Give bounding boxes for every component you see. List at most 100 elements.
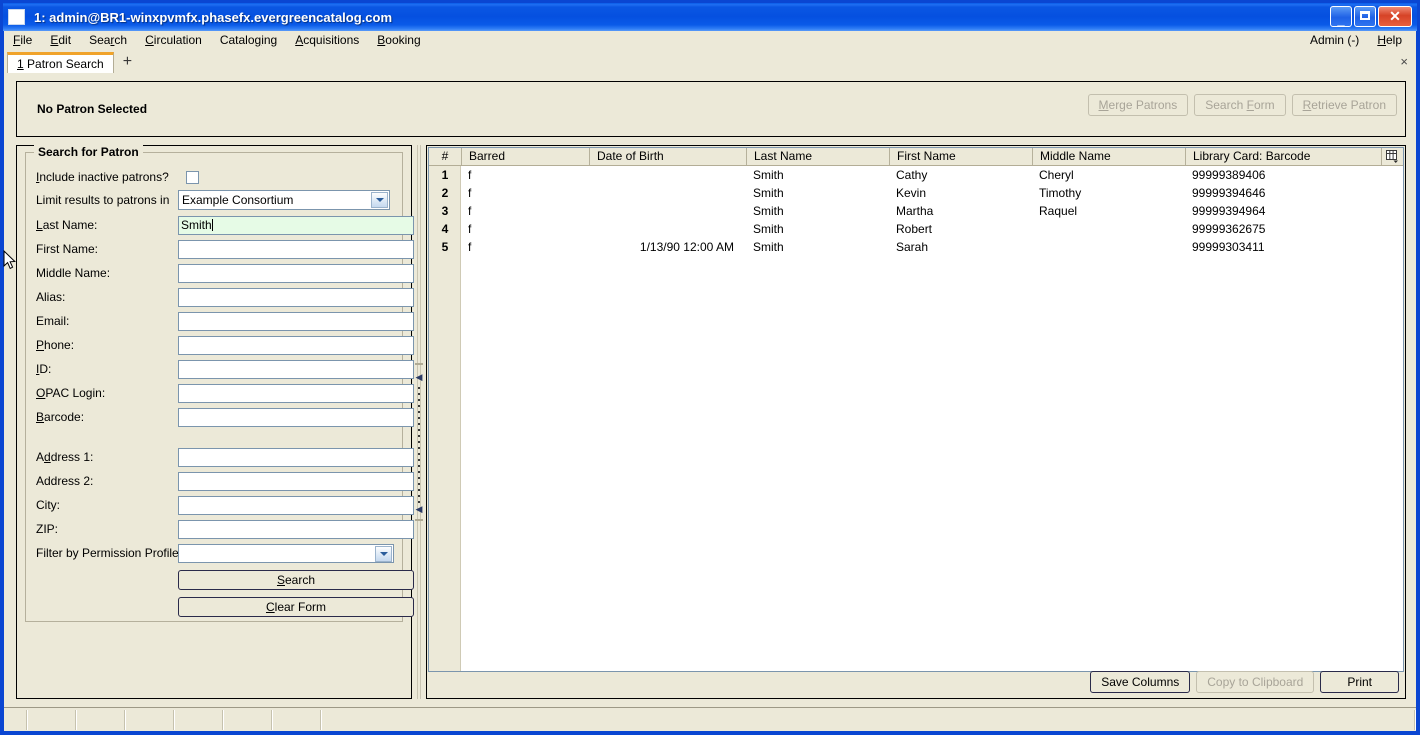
table-row[interactable]: 1 f Smith Cathy Cheryl 99999389406 xyxy=(429,166,1403,184)
org-unit-select[interactable]: Example Consortium xyxy=(178,190,390,210)
zip-input[interactable] xyxy=(178,519,414,539)
search-button[interactable]: Search xyxy=(178,570,414,590)
status-cell-6 xyxy=(224,710,273,730)
row-number: 2 xyxy=(441,186,449,200)
row-number: 4 xyxy=(441,222,449,236)
label-include-inactive: Include inactive patrons? xyxy=(36,170,169,184)
table-row[interactable]: 5 f 1/13/90 12:00 AM Smith Sarah 9999930… xyxy=(429,238,1403,256)
middle-name-input[interactable] xyxy=(178,263,414,283)
column-header-barred[interactable]: Barred xyxy=(461,148,589,165)
label-email: Email: xyxy=(36,314,70,328)
status-cell-2 xyxy=(28,710,77,730)
menu-help[interactable]: Help xyxy=(1368,32,1416,48)
email-input[interactable] xyxy=(178,311,414,331)
alias-input[interactable] xyxy=(178,287,414,307)
row-number: 3 xyxy=(441,204,449,218)
print-button[interactable]: Print xyxy=(1320,671,1399,693)
menu-booking[interactable]: Booking xyxy=(368,32,429,48)
column-header-last-name[interactable]: Last Name xyxy=(746,148,889,165)
cell-barred: f xyxy=(468,222,472,236)
address-2-input[interactable] xyxy=(178,471,414,491)
column-header-middle-name[interactable]: Middle Name xyxy=(1032,148,1185,165)
cell-barred: f xyxy=(468,168,472,182)
menu-right-group: Admin (-) Help xyxy=(1301,32,1416,48)
menu-bar: File Edit Search Circulation Cataloging … xyxy=(4,31,1416,49)
id-input[interactable] xyxy=(178,359,414,379)
content-area: No Patron Selected Merge Patrons Search … xyxy=(4,73,1416,707)
barcode-input[interactable] xyxy=(178,407,414,427)
menu-circulation[interactable]: Circulation xyxy=(136,32,211,48)
cell-last-name: Smith xyxy=(753,204,784,218)
cell-middle-name: Cheryl xyxy=(1039,168,1074,182)
last-name-input[interactable]: Smith xyxy=(178,215,414,235)
collapse-left-icon[interactable]: ◀ xyxy=(415,373,423,382)
first-name-input[interactable] xyxy=(178,239,414,259)
application-window: 1: admin@BR1-winxpvmfx.phasefx.evergreen… xyxy=(0,0,1420,735)
patron-status-label: No Patron Selected xyxy=(37,102,148,116)
permission-profile-select[interactable] xyxy=(178,543,394,563)
label-address-2: Address 2: xyxy=(36,474,94,488)
splitter-grip xyxy=(418,387,420,503)
last-name-value: Smith xyxy=(181,217,212,232)
column-header-num[interactable]: # xyxy=(429,148,461,165)
close-button[interactable]: ✕ xyxy=(1378,6,1412,27)
copy-to-clipboard-button[interactable]: Copy to Clipboard xyxy=(1196,671,1315,693)
label-permission-profile: Filter by Permission Profile: xyxy=(36,546,183,560)
label-opac-login: OPAC Login: xyxy=(36,386,106,400)
cell-barcode: 99999389406 xyxy=(1192,168,1266,182)
column-picker-icon[interactable] xyxy=(1381,148,1403,165)
window-controls: _ ✕ xyxy=(1330,6,1412,27)
clear-form-button[interactable]: Clear Form xyxy=(178,597,414,617)
menu-file[interactable]: File xyxy=(4,32,41,48)
label-alias: Alias: xyxy=(36,290,66,304)
cell-first-name: Robert xyxy=(896,222,933,236)
search-form-button[interactable]: Search Form xyxy=(1194,94,1286,116)
minimize-button[interactable]: _ xyxy=(1330,6,1352,27)
title-bar: 1: admin@BR1-winxpvmfx.phasefx.evergreen… xyxy=(0,0,1420,31)
new-tab-button[interactable]: + xyxy=(123,54,132,73)
merge-patrons-button[interactable]: Merge Patrons xyxy=(1087,94,1189,116)
table-row[interactable]: 3 f Smith Martha Raquel 99999394964 xyxy=(429,202,1403,220)
maximize-button[interactable] xyxy=(1354,6,1376,27)
menu-acquisitions[interactable]: Acquisitions xyxy=(286,32,368,48)
phone-input[interactable] xyxy=(178,335,414,355)
cell-middle-name: Timothy xyxy=(1039,186,1082,200)
maximize-icon xyxy=(1360,11,1370,20)
tab-patron-search[interactable]: 1 Patron Search xyxy=(7,52,114,74)
address-1-input[interactable] xyxy=(178,447,414,467)
results-tree: # Barred Date of Birth Last Name First N… xyxy=(428,147,1404,672)
cell-dob xyxy=(589,166,746,184)
column-header-library-card[interactable]: Library Card: Barcode xyxy=(1185,148,1383,165)
panel-splitter[interactable]: ◀ ◀ xyxy=(412,145,426,699)
cell-barred: f xyxy=(468,204,472,218)
collapse-left-icon-2[interactable]: ◀ xyxy=(415,505,423,514)
label-last-name: Last Name: xyxy=(36,218,98,232)
retrieve-patron-button[interactable]: Retrieve Patron xyxy=(1291,94,1397,116)
include-inactive-checkbox[interactable] xyxy=(186,170,199,184)
opac-login-input[interactable] xyxy=(178,383,414,403)
menu-cataloging[interactable]: Cataloging xyxy=(211,32,286,48)
close-tab-icon[interactable]: × xyxy=(1400,54,1408,73)
results-buttons: Save Columns Copy to Clipboard Print xyxy=(1090,671,1399,693)
table-row[interactable]: 2 f Smith Kevin Timothy 99999394646 xyxy=(429,184,1403,202)
cell-dob: 1/13/90 12:00 AM xyxy=(639,240,734,254)
cell-last-name: Smith xyxy=(753,222,784,236)
chevron-down-icon-2 xyxy=(375,545,392,562)
menu-edit[interactable]: Edit xyxy=(41,32,80,48)
label-phone: Phone: xyxy=(36,338,75,352)
cell-first-name: Kevin xyxy=(896,186,927,200)
window-title: 1: admin@BR1-winxpvmfx.phasefx.evergreen… xyxy=(34,9,393,25)
cell-barred: f xyxy=(468,186,472,200)
table-row[interactable]: 4 f Smith Robert 99999362675 xyxy=(429,220,1403,238)
menu-search[interactable]: Search xyxy=(80,32,136,48)
column-header-dob[interactable]: Date of Birth xyxy=(589,148,746,165)
row-number: 5 xyxy=(441,240,449,254)
column-header-first-name[interactable]: First Name xyxy=(889,148,1032,165)
close-icon: ✕ xyxy=(1389,8,1401,24)
menu-admin[interactable]: Admin (-) xyxy=(1301,32,1368,48)
cell-last-name: Smith xyxy=(753,168,784,182)
city-input[interactable] xyxy=(178,495,414,515)
label-first-name: First Name: xyxy=(36,242,99,256)
save-columns-button[interactable]: Save Columns xyxy=(1090,671,1191,693)
status-cell-7 xyxy=(273,710,322,730)
